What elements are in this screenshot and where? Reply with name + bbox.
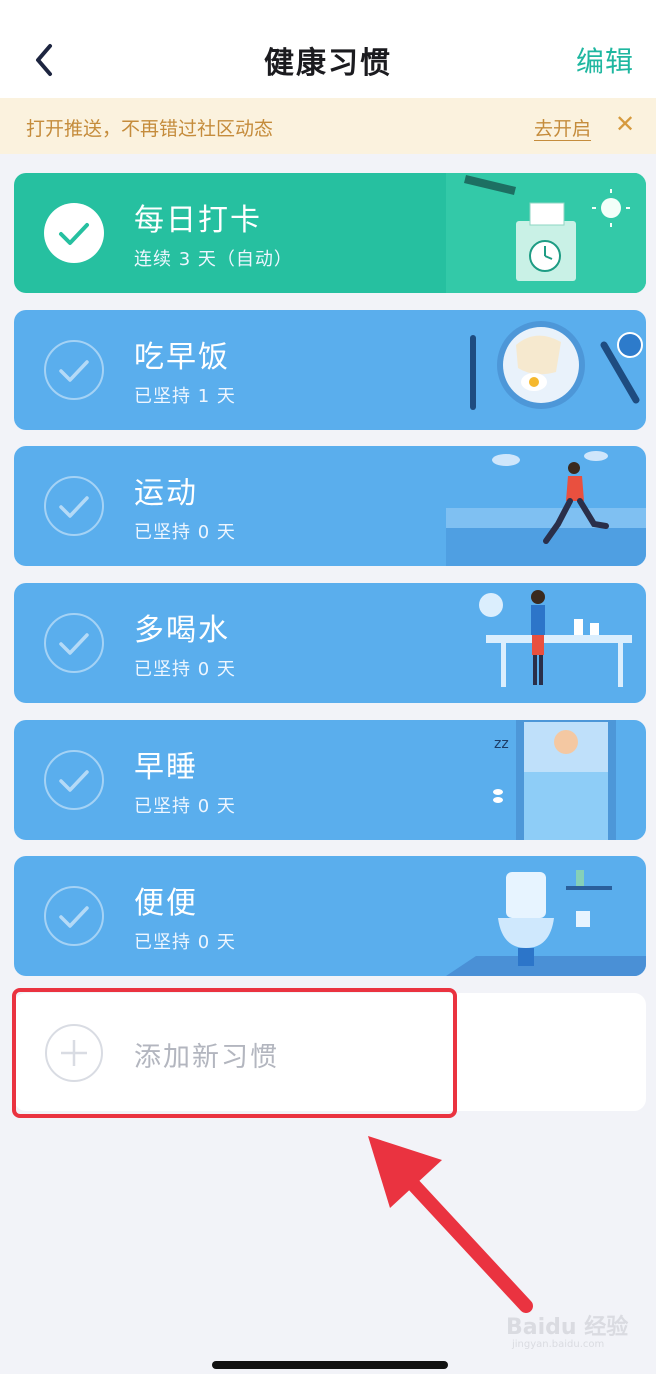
home-indicator: [212, 1361, 448, 1369]
habit-name: 吃早饭: [134, 340, 230, 375]
checked-circle-icon[interactable]: [44, 203, 104, 263]
habit-name: 运动: [134, 476, 198, 511]
baidu-watermark: Baidu 经验 jingyan.baidu.com: [506, 1305, 636, 1355]
edit-button[interactable]: 编辑: [576, 40, 634, 80]
habit-name: 每日打卡: [134, 203, 262, 238]
habit-card-sleep-early[interactable]: 早睡 已坚持 0 天 zz: [14, 720, 646, 840]
habit-name: 早睡: [134, 750, 198, 785]
habit-card-drink-water[interactable]: 多喝水 已坚持 0 天: [14, 583, 646, 703]
habit-card-exercise[interactable]: 运动 已坚持 0 天: [14, 446, 646, 566]
check-circle-icon[interactable]: [44, 340, 104, 400]
breakfast-plate-illustration: [470, 321, 643, 410]
habit-status: 已坚持 0 天: [134, 796, 236, 817]
check-circle-icon[interactable]: [44, 613, 104, 673]
push-notice-banner: 打开推送，不再错过社区动态 去开启 ✕: [0, 98, 656, 154]
habit-status: 已坚持 0 天: [134, 659, 236, 680]
check-circle-icon[interactable]: [44, 886, 104, 946]
habit-status: 已坚持 1 天: [134, 386, 236, 407]
enable-push-link[interactable]: 去开启: [534, 114, 591, 141]
push-notice-text: 打开推送，不再错过社区动态: [26, 118, 274, 140]
close-icon[interactable]: ✕: [615, 112, 635, 136]
habit-status: 已坚持 0 天: [134, 932, 236, 953]
watermark-url: jingyan.baidu.com: [512, 1339, 605, 1350]
navigation-bar: 健康习惯 编辑: [0, 0, 656, 98]
habit-card-daily-checkin[interactable]: 每日打卡 连续 3 天（自动）: [14, 173, 646, 293]
sleeping-bed-illustration: zz: [493, 720, 616, 840]
drinking-water-illustration: [479, 590, 632, 687]
habit-card-breakfast[interactable]: 吃早饭 已坚持 1 天: [14, 310, 646, 430]
toilet-illustration: [446, 870, 646, 976]
habit-status: 连续 3 天（自动）: [134, 249, 293, 270]
page-title: 健康习惯: [264, 46, 392, 81]
habit-name: 便便: [134, 886, 198, 921]
checkin-clock-illustration: [446, 173, 646, 293]
watermark-brand: Baidu 经验: [506, 1315, 629, 1340]
highlight-box-annotation: [12, 988, 457, 1118]
check-circle-icon[interactable]: [44, 476, 104, 536]
svg-text:zz: zz: [494, 736, 509, 752]
runner-illustration: [446, 451, 646, 566]
habit-status: 已坚持 0 天: [134, 522, 236, 543]
red-arrow-annotation: [368, 1136, 533, 1313]
habit-name: 多喝水: [134, 613, 230, 648]
habit-card-poop[interactable]: 便便 已坚持 0 天: [14, 856, 646, 976]
check-circle-icon[interactable]: [44, 750, 104, 810]
